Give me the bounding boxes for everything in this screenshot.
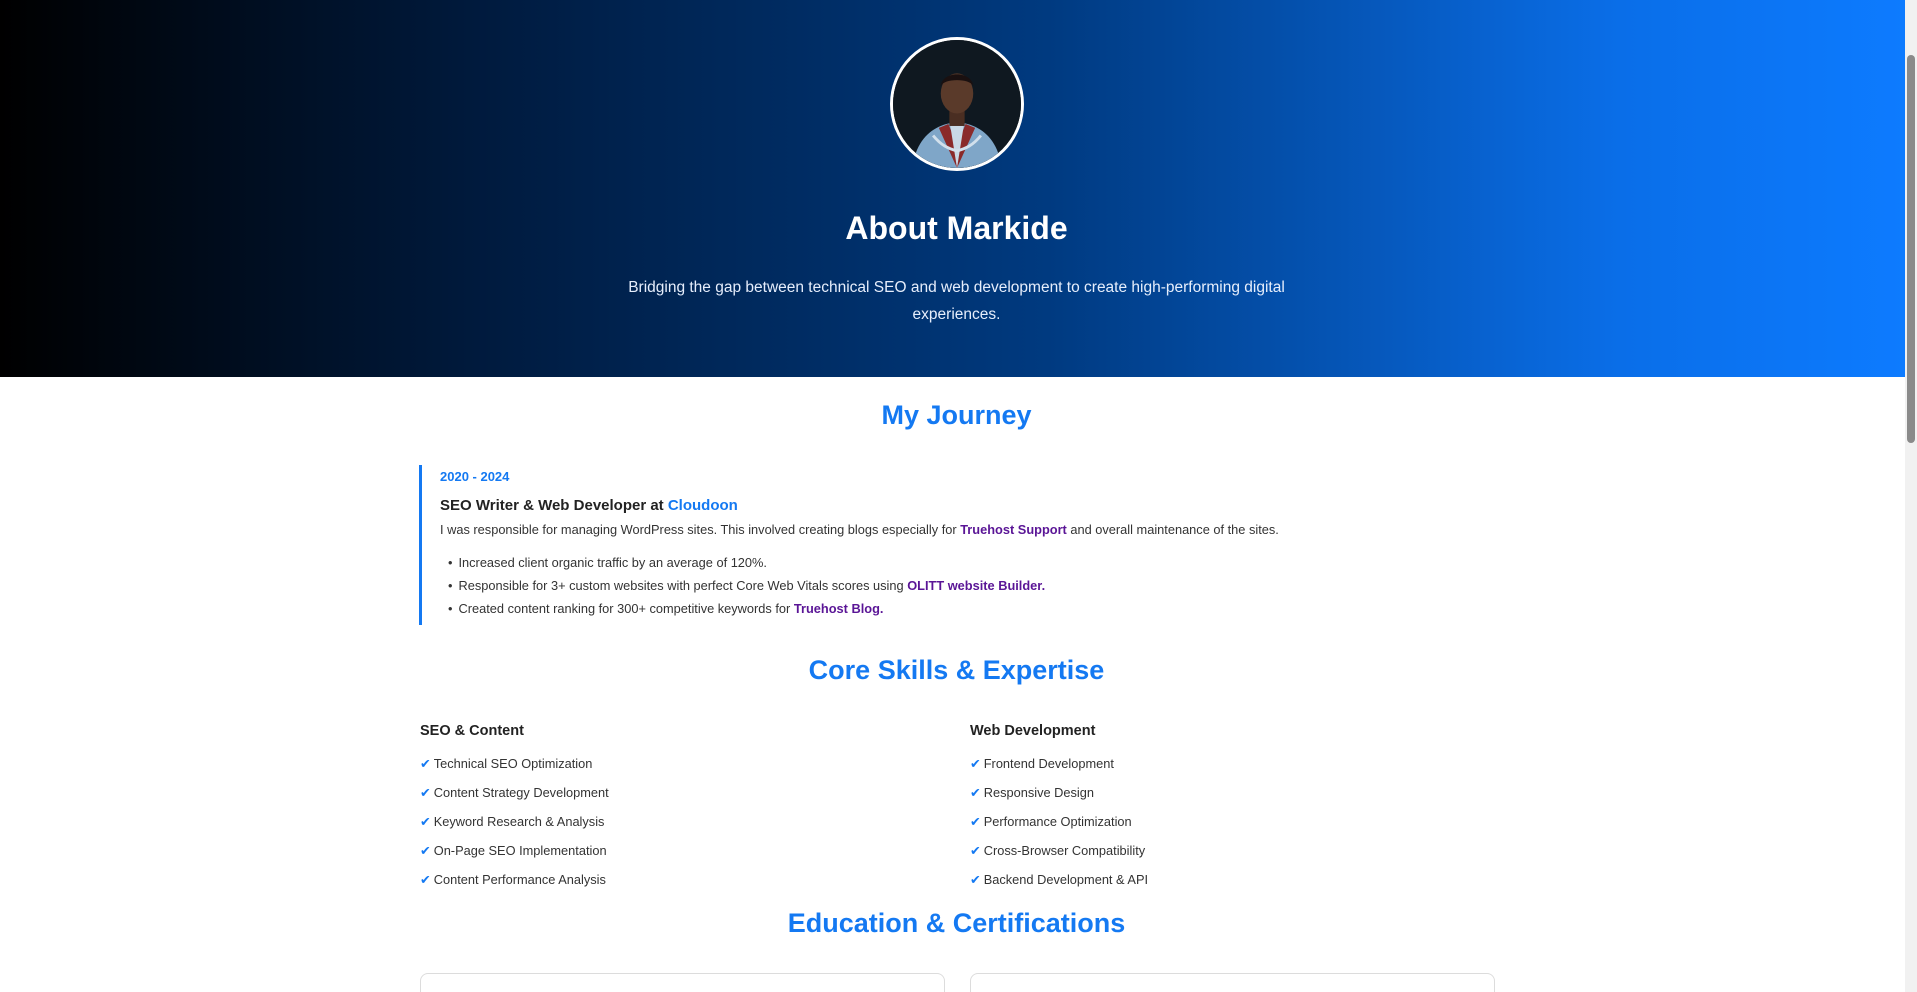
achievement-text: Created content ranking for 300+ competi… — [458, 601, 794, 616]
checkmark-icon: ✔ — [970, 843, 981, 858]
education-card — [420, 973, 945, 992]
skill-label: Technical SEO Optimization — [433, 756, 593, 771]
truehost-support-link[interactable]: Truehost Support — [960, 522, 1067, 537]
achievement-text: Responsible for 3+ custom websites with … — [458, 578, 908, 593]
list-item: Responsible for 3+ custom websites with … — [448, 574, 1319, 597]
seo-content-skills: SEO & Content ✔ Technical SEO Optimizatio… — [420, 723, 940, 901]
skill-label: Content Strategy Development — [433, 785, 609, 800]
journey-description: I was responsible for managing WordPress… — [440, 522, 1319, 537]
checkmark-icon: ✔ — [970, 872, 981, 887]
truehost-blog-link[interactable]: Truehost Blog. — [794, 601, 884, 616]
skill-item: ✔ Frontend Development — [970, 756, 1490, 785]
skill-item: ✔ Content Strategy Development — [420, 785, 940, 814]
education-card — [970, 973, 1495, 992]
hero-banner: About Markide Bridging the gap between t… — [0, 0, 1905, 377]
skill-label: Cross-Browser Compatibility — [983, 843, 1146, 858]
list-item: Created content ranking for 300+ competi… — [448, 597, 1319, 620]
skill-label: Content Performance Analysis — [433, 872, 606, 887]
journey-years: 2020 - 2024 — [440, 469, 510, 484]
skill-item: ✔ Backend Development & API — [970, 872, 1490, 901]
skill-label: Frontend Development — [983, 756, 1114, 771]
skill-label: Performance Optimization — [983, 814, 1132, 829]
role-title: SEO Writer & Web Developer at — [440, 497, 668, 514]
journey-heading: My Journey — [881, 400, 1032, 430]
achievement-text: Increased client organic traffic by an a… — [458, 555, 767, 570]
skill-label: Keyword Research & Analysis — [433, 814, 605, 829]
skill-item: ✔ Cross-Browser Compatibility — [970, 843, 1490, 872]
journey-role: SEO Writer & Web Developer at Cloudoon — [440, 497, 1319, 514]
skill-label: On-Page SEO Implementation — [433, 843, 607, 858]
skills-heading: Core Skills & Expertise — [808, 655, 1105, 685]
list-item: Increased client organic traffic by an a… — [448, 551, 1319, 574]
page-scrollbar[interactable] — [1905, 0, 1917, 992]
description-suffix: and overall maintenance of the sites. — [1066, 522, 1279, 537]
skills-column-heading: Web Development — [970, 723, 1096, 739]
skill-label: Backend Development & API — [983, 872, 1149, 887]
checkmark-icon: ✔ — [420, 872, 431, 887]
journey-timeline-entry: 2020 - 2024 SEO Writer & Web Developer a… — [419, 465, 1319, 625]
page-title: About Markide — [845, 210, 1068, 246]
checkmark-icon: ✔ — [970, 756, 981, 771]
description-text: I was responsible for managing WordPress… — [440, 522, 961, 537]
skill-item: ✔ Performance Optimization — [970, 814, 1490, 843]
skill-item: ✔ Content Performance Analysis — [420, 872, 940, 901]
checkmark-icon: ✔ — [420, 785, 431, 800]
skills-column-heading: SEO & Content — [420, 723, 524, 739]
skill-item: ✔ On-Page SEO Implementation — [420, 843, 940, 872]
skill-item: ✔ Keyword Research & Analysis — [420, 814, 940, 843]
company-name: Cloudoon — [667, 497, 738, 514]
checkmark-icon: ✔ — [420, 814, 431, 829]
profile-avatar — [890, 37, 1024, 171]
education-heading: Education & Certifications — [787, 908, 1126, 938]
olitt-builder-link[interactable]: OLITT website Builder. — [907, 578, 1045, 593]
checkmark-icon: ✔ — [970, 814, 981, 829]
checkmark-icon: ✔ — [420, 756, 431, 771]
checkmark-icon: ✔ — [970, 785, 981, 800]
scrollbar-thumb[interactable] — [1907, 55, 1915, 443]
skill-label: Responsive Design — [983, 785, 1094, 800]
skill-item: ✔ Responsive Design — [970, 785, 1490, 814]
hero-subtitle: Bridging the gap between technical SEO a… — [628, 279, 1285, 323]
web-dev-skills: Web Development ✔ Frontend Development ✔ R… — [970, 723, 1490, 901]
achievements-list: Increased client organic traffic by an a… — [440, 551, 1319, 620]
checkmark-icon: ✔ — [420, 843, 431, 858]
profile-photo-icon — [893, 40, 1021, 168]
skill-item: ✔ Technical SEO Optimization — [420, 756, 940, 785]
